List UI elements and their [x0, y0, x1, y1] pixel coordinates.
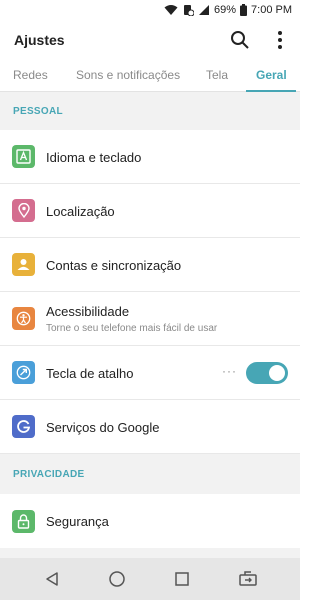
page-title: Ajustes	[14, 32, 65, 48]
battery-icon	[240, 4, 248, 16]
battery-percent: 69%	[214, 4, 237, 16]
settings-item-tecla-de-atalho[interactable]: Tecla de atalho ···	[0, 346, 300, 400]
accessibility-icon	[12, 307, 35, 330]
settings-item-servicos-google[interactable]: Serviços do Google	[0, 400, 300, 454]
more-options-icon[interactable]	[268, 28, 292, 52]
account-sync-icon	[12, 253, 35, 276]
settings-item-label: Segurança	[46, 513, 109, 529]
settings-item-label: Acessibilidade	[46, 304, 130, 319]
settings-item-label: Contas e sincronização	[46, 257, 182, 273]
recent-apps-icon[interactable]	[170, 567, 194, 591]
settings-item-label: Tecla de atalho	[46, 365, 134, 381]
home-icon[interactable]	[105, 567, 129, 591]
settings-item-contas[interactable]: Contas e sincronização	[0, 238, 300, 292]
lock-icon	[12, 509, 35, 533]
status-bar: 69% 7:00 PM	[0, 0, 300, 20]
dual-window-icon[interactable]	[236, 567, 260, 591]
more-dots-icon[interactable]: ···	[222, 364, 237, 378]
tab-bar: Redes Sons e notificações Tela Geral	[0, 60, 300, 92]
settings-item-idioma[interactable]: Idioma e teclado	[0, 130, 300, 184]
navigation-bar	[0, 558, 300, 600]
tab-redes[interactable]: Redes	[13, 68, 48, 82]
tab-sons-e-notificacoes[interactable]: Sons e notificações	[76, 68, 180, 82]
tab-tela[interactable]: Tela	[206, 68, 228, 82]
settings-item-label: Idioma e teclado	[46, 149, 142, 165]
data-saver-icon	[182, 4, 194, 16]
google-g-icon	[12, 415, 35, 438]
section-header-pessoal: PESSOAL	[0, 92, 300, 130]
settings-list: PESSOAL Idioma e teclado Localização Con…	[0, 92, 300, 558]
signal-icon	[198, 4, 210, 16]
settings-item-label: Serviços do Google	[46, 419, 160, 435]
back-icon[interactable]	[40, 567, 64, 591]
wifi-icon	[164, 4, 178, 16]
search-icon[interactable]	[228, 28, 252, 52]
section-header-privacidade: PRIVACIDADE	[0, 454, 300, 494]
settings-item-label: Localização	[46, 203, 115, 219]
language-icon	[12, 145, 35, 168]
location-pin-icon	[12, 199, 35, 222]
settings-item-acessibilidade[interactable]: Acessibilidade Torne o seu telefone mais…	[0, 292, 300, 346]
settings-item-seguranca[interactable]: Segurança	[0, 494, 300, 548]
shortcut-key-toggle[interactable]	[246, 362, 288, 384]
settings-item-localizacao[interactable]: Localização	[0, 184, 300, 238]
tab-geral[interactable]: Geral	[256, 68, 287, 82]
shortcut-key-icon	[12, 361, 35, 384]
clock: 7:00 PM	[251, 4, 292, 16]
toggle-knob	[269, 365, 285, 381]
settings-item-sublabel: Torne o seu telefone mais fácil de usar	[46, 323, 218, 334]
app-bar: Ajustes	[0, 20, 300, 60]
